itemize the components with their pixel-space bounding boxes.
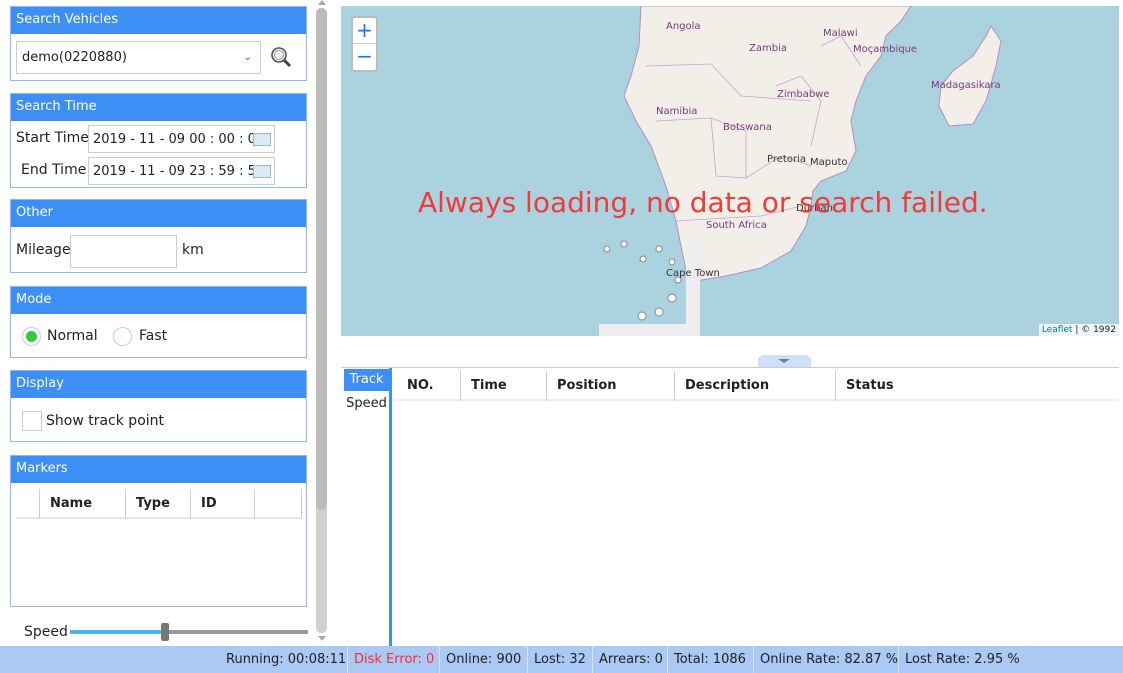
scrollbar-thumb[interactable] [316, 8, 327, 510]
bottom-panel: Track Speed NO. Time Position Descriptio… [341, 367, 1119, 647]
zoom-out-button[interactable]: − [353, 44, 376, 70]
speed-label: Speed [24, 624, 68, 640]
tab-speed[interactable]: Speed [344, 393, 389, 415]
other-panel: Other Mileage km [10, 199, 307, 273]
map-label-angola: Angola [666, 21, 701, 32]
track-table-header: NO. Time Position Description Status [392, 371, 1119, 401]
status-disk-error: Disk Error: 0 [347, 646, 434, 673]
column-header-name[interactable]: Name [39, 489, 125, 519]
display-panel: Display Show track point [10, 370, 307, 442]
column-header-description[interactable]: Description [674, 371, 835, 401]
status-lost-rate: Lost Rate: 2.95 % [898, 646, 1020, 673]
panel-title: Other [11, 200, 306, 227]
speed-slider-handle[interactable] [161, 623, 170, 641]
map[interactable]: Angola Zambia Malawi Moçambique Namibia … [341, 6, 1119, 336]
tab-track[interactable]: Track [344, 369, 389, 391]
mileage-label: Mileage [16, 242, 71, 258]
map-label-botswana: Botswana [723, 122, 772, 133]
speed-slider-fill [70, 630, 166, 634]
status-lost: Lost: 32 [527, 646, 586, 673]
start-time-label: Start Time [16, 130, 89, 146]
zoom-control: + − [351, 16, 378, 72]
mode-fast-label: Fast [139, 328, 168, 344]
status-online-rate: Online Rate: 82.87 % [753, 646, 898, 673]
panel-title: Display [11, 371, 306, 398]
markers-panel: Markers Name Type ID [10, 455, 307, 607]
vehicle-select[interactable]: demo(0220880) ⌄ [16, 41, 261, 74]
column-header-status[interactable]: Status [835, 371, 1119, 401]
loading-error-message: Always loading, no data or search failed… [418, 186, 988, 219]
panel-title: Search Time [11, 94, 306, 121]
column-header-no[interactable]: NO. [392, 371, 460, 401]
mode-normal-label: Normal [47, 328, 98, 344]
caret-down-icon [778, 359, 790, 363]
status-arrears: Arrears: 0 [592, 646, 663, 673]
sidebar-scrollbar[interactable] [316, 0, 327, 645]
search-vehicles-panel: Search Vehicles demo(0220880) ⌄ [10, 6, 307, 81]
map-label-maputo: Maputo [810, 157, 847, 168]
status-total: Total: 1086 [667, 646, 746, 673]
tabs-divider [389, 368, 392, 647]
calendar-icon[interactable] [253, 133, 271, 146]
calendar-icon[interactable] [253, 165, 271, 178]
panel-title: Markers [11, 456, 306, 483]
mileage-unit: km [182, 242, 204, 258]
mode-panel: Mode Normal Fast [10, 286, 307, 358]
start-time-value: 2019 - 11 - 09 00 : 00 : 00 [93, 132, 265, 147]
column-header-id[interactable]: ID [190, 489, 254, 519]
map-attribution: Leaflet | © 1992 [1038, 324, 1119, 336]
column-header-time[interactable]: Time [460, 371, 546, 401]
show-track-point-label: Show track point [46, 413, 165, 429]
end-time-label: End Time [21, 162, 87, 178]
speed-slider[interactable] [70, 623, 308, 641]
map-label-zambia: Zambia [749, 43, 787, 54]
chevron-down-icon: ⌄ [243, 52, 252, 63]
start-time-input[interactable]: 2019 - 11 - 09 00 : 00 : 00 [88, 125, 275, 153]
map-label-south-africa: South Africa [706, 220, 767, 231]
map-tiles: Angola Zambia Malawi Moçambique Namibia … [599, 6, 1002, 336]
show-track-point-checkbox[interactable] [22, 411, 42, 431]
map-label-namibia: Namibia [656, 106, 697, 117]
mode-fast-radio[interactable] [113, 327, 132, 346]
map-label-pretoria: Pretoria [767, 154, 806, 165]
scroll-up-arrow[interactable] [318, 0, 326, 5]
mileage-input[interactable] [70, 235, 177, 268]
panel-title: Mode [11, 287, 306, 314]
map-label-mozambique: Moçambique [853, 44, 917, 55]
map-label-madagascar: Madagasikara [931, 80, 1001, 91]
end-time-input[interactable]: 2019 - 11 - 09 23 : 59 : 59 [88, 157, 275, 185]
collapse-panel-handle[interactable] [758, 355, 811, 367]
attribution-text: | © 1992 [1072, 325, 1116, 335]
markers-table-header: Name Type ID [16, 489, 302, 519]
vehicle-select-value: demo(0220880) [22, 50, 127, 65]
panel-title: Search Vehicles [11, 7, 306, 34]
scrollbar-track[interactable] [316, 8, 327, 633]
column-header-position[interactable]: Position [546, 371, 674, 401]
zoom-in-button[interactable]: + [353, 18, 376, 44]
end-time-value: 2019 - 11 - 09 23 : 59 : 59 [93, 164, 265, 179]
column-header-type[interactable]: Type [125, 489, 190, 519]
column-header-extra [254, 489, 302, 519]
mode-normal-radio[interactable] [22, 327, 41, 346]
land-madagascar [938, 25, 1002, 127]
status-bar: Running: 00:08:11 Disk Error: 0 Online: … [0, 646, 1123, 673]
leaflet-link[interactable]: Leaflet [1042, 325, 1073, 335]
search-icon[interactable] [270, 46, 292, 68]
search-time-panel: Search Time Start Time 2019 - 11 - 09 00… [10, 93, 307, 188]
map-label-zimbabwe: Zimbabwe [777, 89, 830, 100]
scroll-down-arrow[interactable] [318, 636, 326, 641]
status-running: Running: 00:08:11 [226, 652, 347, 667]
map-label-cape-town: Cape Town [666, 268, 720, 279]
status-online: Online: 900 [439, 646, 521, 673]
map-label-malawi: Malawi [823, 28, 858, 39]
